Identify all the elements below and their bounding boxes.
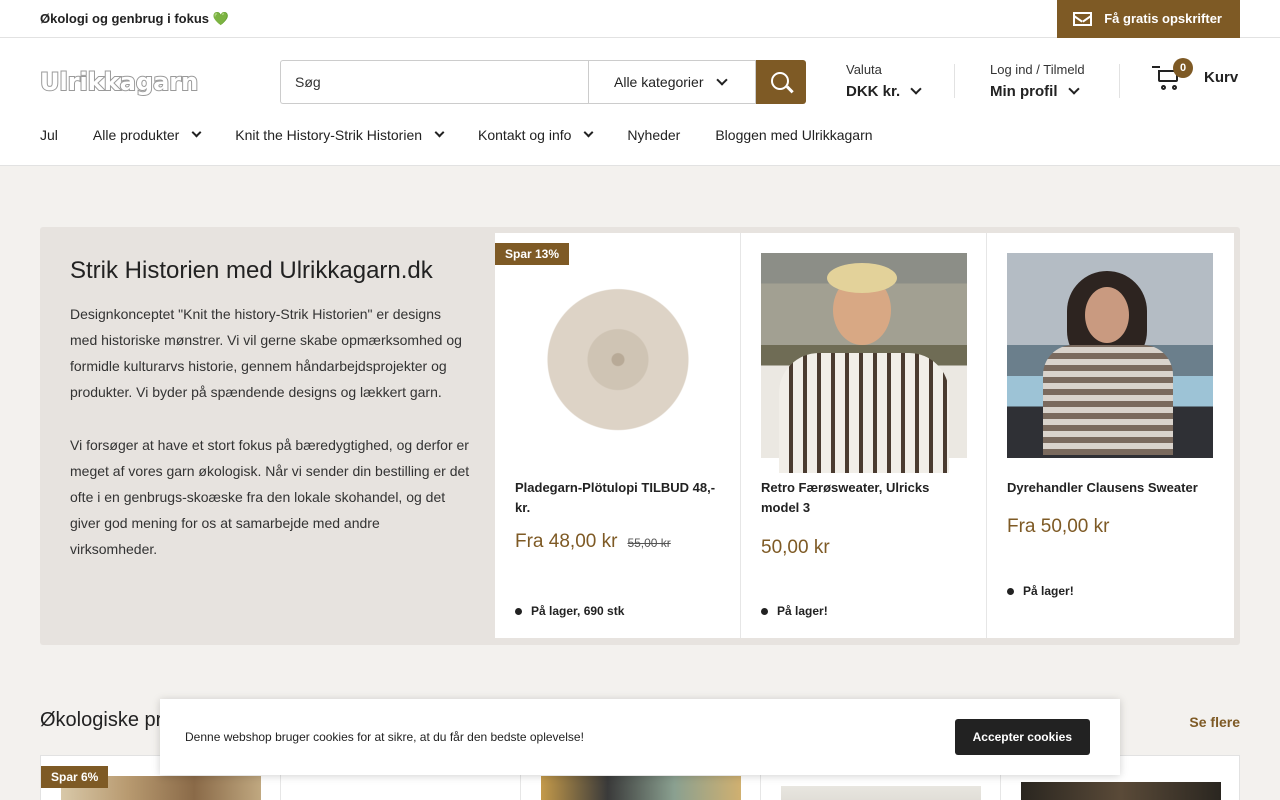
product-card[interactable]: Retro Færøsweater, Ulricks model 3 50,00… xyxy=(741,233,987,638)
chevron-down-icon xyxy=(715,73,728,86)
accept-cookies-button[interactable]: Accepter cookies xyxy=(954,719,1090,755)
site-header: Ulrikkagarn Alle kategorier Valuta DKK k… xyxy=(0,38,1280,166)
divider xyxy=(1119,64,1120,98)
nav-item-kontakt[interactable]: Kontakt og info xyxy=(478,127,594,143)
nav-item-nyheder[interactable]: Nyheder xyxy=(627,127,680,143)
product-price: Fra 48,00 kr 55,00 kr xyxy=(515,531,671,552)
product-image[interactable] xyxy=(541,776,741,800)
stock-dot-icon xyxy=(1007,587,1014,595)
product-name[interactable]: Dyrehandler Clausens Sweater xyxy=(1007,478,1213,498)
currency-label: Valuta xyxy=(846,62,882,77)
cart-label: Kurv xyxy=(1204,68,1239,86)
sweater-pattern xyxy=(779,353,949,473)
chevron-down-icon xyxy=(583,127,594,138)
model-face xyxy=(1085,287,1129,343)
search-bar: Alle kategorier xyxy=(280,60,806,104)
model-hair xyxy=(827,263,897,293)
product-name[interactable]: Pladegarn-Plötulopi TILBUD 48,- kr. xyxy=(515,478,721,518)
free-recipes-button[interactable]: Få gratis opskrifter xyxy=(1057,0,1240,38)
cookie-banner: Denne webshop bruger cookies for at sikr… xyxy=(160,699,1120,775)
product-image[interactable] xyxy=(515,253,721,458)
nav-item-jul[interactable]: Jul xyxy=(40,127,58,143)
hero-section: Strik Historien med Ulrikkagarn.dk Desig… xyxy=(40,227,1240,645)
product-image[interactable] xyxy=(1007,253,1213,458)
account-label: Log ind / Tilmeld xyxy=(990,62,1085,77)
category-label: Alle kategorier xyxy=(614,74,704,90)
old-price: 55,00 kr xyxy=(627,536,671,550)
discount-badge: Spar 13% xyxy=(495,243,570,265)
currency-selector[interactable]: Valuta DKK kr. xyxy=(846,62,922,100)
stock-status: På lager! xyxy=(1007,584,1074,598)
see-more-link[interactable]: Se flere xyxy=(1189,714,1240,730)
currency-value: DKK kr. xyxy=(846,83,901,100)
chevron-down-icon xyxy=(1067,83,1080,95)
hero-paragraph: Designkonceptet "Knit the history-Strik … xyxy=(70,306,462,400)
product-image[interactable] xyxy=(781,786,981,800)
hero-paragraph: Vi forsøger at have et stort fokus på bæ… xyxy=(70,437,470,557)
divider xyxy=(954,64,955,98)
nav-item-bloggen[interactable]: Bloggen med Ulrikkagarn xyxy=(715,127,872,143)
cookie-message: Denne webshop bruger cookies for at sikr… xyxy=(185,730,584,744)
chevron-down-icon xyxy=(910,83,922,95)
cart-icon: 0 xyxy=(1152,58,1193,90)
chevron-down-icon xyxy=(191,127,202,138)
product-image[interactable] xyxy=(761,253,967,473)
nav-item-knit-the-history[interactable]: Knit the History-Strik Historien xyxy=(235,127,445,143)
hero-title: Strik Historien med Ulrikkagarn.dk xyxy=(70,257,433,284)
stock-status: På lager, 690 stk xyxy=(515,604,624,618)
product-price: Fra 50,00 kr xyxy=(1007,516,1110,537)
discount-badge: Spar 6% xyxy=(41,766,109,788)
product-name[interactable]: Retro Færøsweater, Ulricks model 3 xyxy=(761,478,967,518)
stock-dot-icon xyxy=(761,607,768,615)
cart-button[interactable]: 0 Kurv xyxy=(1152,58,1239,90)
featured-products: Spar 13% Pladegarn-Plötulopi TILBUD 48,-… xyxy=(495,233,1234,638)
account-menu[interactable]: Log ind / Tilmeld Min profil xyxy=(990,62,1085,100)
announcement-bar: Økologi og genbrug i fokus 💚 Få gratis o… xyxy=(0,0,1280,38)
stock-dot-icon xyxy=(515,607,522,615)
logo[interactable]: Ulrikkagarn xyxy=(39,67,199,97)
tagline: Økologi og genbrug i fokus 💚 xyxy=(40,10,229,26)
search-button[interactable] xyxy=(756,60,806,104)
cart-count-badge: 0 xyxy=(1173,58,1193,78)
nav-item-alle-produkter[interactable]: Alle produkter xyxy=(93,127,202,143)
product-card[interactable]: Dyrehandler Clausens Sweater Fra 50,00 k… xyxy=(987,233,1233,638)
sweater-pattern xyxy=(1043,345,1173,455)
product-card[interactable]: Spar 13% Pladegarn-Plötulopi TILBUD 48,-… xyxy=(495,233,741,638)
search-icon xyxy=(770,71,789,90)
search-input[interactable] xyxy=(280,60,588,104)
account-value: Min profil xyxy=(990,83,1058,100)
free-recipes-label: Få gratis opskrifter xyxy=(1104,11,1222,26)
stock-status: På lager! xyxy=(761,604,828,618)
product-price: 50,00 kr xyxy=(761,537,830,558)
chevron-down-icon xyxy=(434,127,445,138)
category-select[interactable]: Alle kategorier xyxy=(588,60,756,104)
hero-text: Strik Historien med Ulrikkagarn.dk Desig… xyxy=(70,257,470,562)
product-image[interactable] xyxy=(1021,782,1221,800)
main-nav: Jul Alle produkter Knit the History-Stri… xyxy=(40,127,908,143)
mail-icon xyxy=(1073,11,1093,26)
